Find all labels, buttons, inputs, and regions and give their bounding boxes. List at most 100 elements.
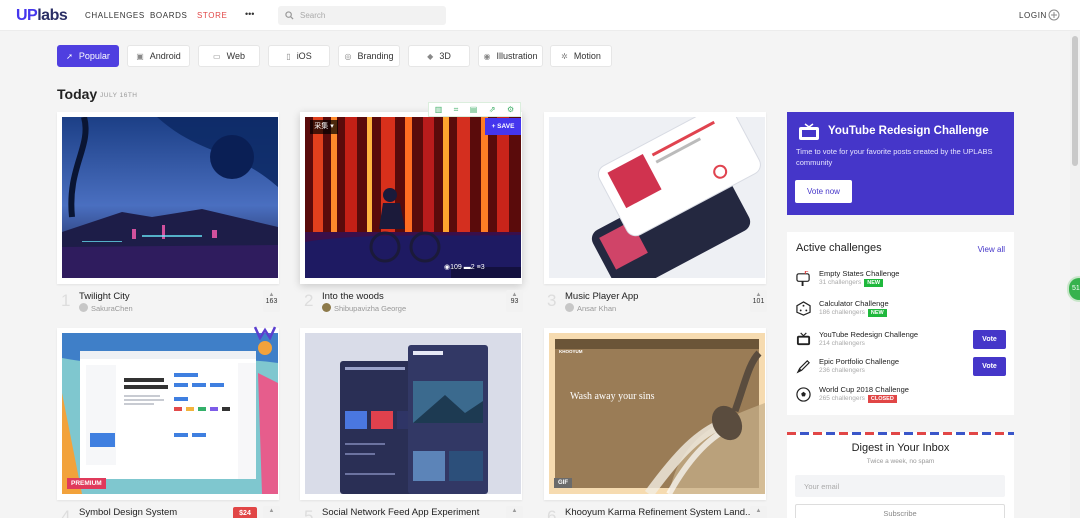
filter-motion[interactable]: ✲ Motion	[550, 45, 612, 67]
upvote-button[interactable]: ▲ 101	[750, 290, 767, 312]
login-link[interactable]: LOGIN	[1019, 11, 1047, 20]
promo-title: YouTube Redesign Challenge	[828, 125, 989, 137]
avatar	[565, 303, 574, 312]
settings-icon[interactable]: ⚙	[507, 105, 514, 114]
digest-title: Digest in Your Inbox	[851, 442, 950, 454]
card-title[interactable]: Social Network Feed App Experiment	[322, 507, 479, 518]
filter-illustration[interactable]: ◉ Illustration	[478, 45, 543, 67]
search-input[interactable]: Search	[278, 6, 446, 25]
post-thumbnail[interactable]	[305, 333, 521, 494]
mockup-headline: Wash away your sins	[570, 391, 655, 402]
challenge-item[interactable]: World Cup 2018 Challenge 265 challengers…	[796, 385, 1006, 411]
challenge-item[interactable]: Calculator Challenge 186 challengers NEW	[796, 299, 1006, 325]
soccer-ball-icon	[796, 387, 811, 402]
post-thumbnail[interactable]	[549, 333, 765, 494]
premium-tag: PREMIUM	[67, 478, 106, 489]
crop-icon[interactable]: ⌗	[454, 105, 459, 115]
vote-button[interactable]: Vote	[973, 330, 1006, 349]
upvote-button[interactable]: ▲ 163	[263, 290, 280, 312]
post-thumbnail[interactable]	[62, 117, 278, 278]
share-icon[interactable]: ⇗	[489, 105, 496, 114]
vote-button[interactable]: Vote	[973, 357, 1006, 376]
pencil-icon	[796, 360, 810, 374]
upvote-arrow-icon: ▲	[268, 508, 275, 514]
challenge-item[interactable]: Epic Portfolio Challenge 236 challengers…	[796, 357, 1006, 383]
post-card[interactable]	[57, 112, 279, 284]
challenge-item[interactable]: Empty States Challenge 31 challengers NEW	[796, 269, 1006, 295]
upvote-button[interactable]: ▲	[750, 506, 767, 518]
section-date: JULY 16TH	[100, 92, 138, 99]
palette-icon: ◉	[483, 51, 491, 61]
upvote-button[interactable]: ▲	[506, 506, 523, 518]
subscribe-button[interactable]: Subscribe	[795, 504, 1005, 518]
post-thumbnail[interactable]	[62, 333, 278, 494]
upvote-button[interactable]: ▲ 93	[506, 290, 523, 312]
top-navbar: UPlabs CHALLENGES BOARDS STORE ••• Searc…	[0, 0, 1080, 31]
filter-branding[interactable]: ◎ Branding	[338, 45, 400, 67]
challenge-promo: YouTube Redesign Challenge Time to vote …	[787, 112, 1014, 215]
scrollbar-thumb[interactable]	[1072, 36, 1078, 166]
clip-icon[interactable]: ▥	[435, 105, 443, 114]
clip-toolbar: ▥ ⌗ ▤ ⇗ ⚙	[428, 102, 521, 117]
nav-challenges[interactable]: CHALLENGES	[85, 11, 145, 20]
branding-icon: ◎	[344, 51, 352, 61]
filter-android[interactable]: ▣ Android	[127, 45, 190, 67]
card-rank: 3	[547, 291, 557, 310]
card-author[interactable]: Ansar Khan	[565, 303, 616, 313]
nav-boards[interactable]: BOARDS	[150, 11, 187, 20]
vote-now-button[interactable]: Vote now	[795, 180, 852, 203]
digest-panel: Digest in Your Inbox Twice a week, no sp…	[787, 432, 1014, 518]
search-placeholder: Search	[300, 11, 326, 20]
email-field[interactable]: Your email	[795, 475, 1005, 497]
card-title[interactable]: Into the woods	[322, 291, 384, 302]
card-title[interactable]: Symbol Design System	[79, 507, 177, 518]
popular-icon: ➚	[66, 51, 73, 61]
challenge-item[interactable]: YouTube Redesign Challenge 214 challenge…	[796, 330, 1006, 356]
android-icon: ▣	[136, 51, 144, 61]
upvote-arrow-icon: ▲	[511, 508, 518, 514]
view-all-link[interactable]: View all	[978, 245, 1005, 254]
mockup-logo: KHOOYUM	[559, 349, 583, 354]
digest-subtitle: Twice a week, no spam	[866, 458, 935, 465]
monitor-icon: ▭	[213, 51, 221, 61]
post-thumbnail[interactable]	[305, 117, 521, 278]
comments-icon: ▬	[463, 264, 471, 271]
post-card-hovered[interactable]: 采集 ▾ + SAVE ◉109 ▬2 ≡3	[300, 112, 522, 284]
promo-description: Time to vote for your favorite posts cre…	[796, 147, 993, 167]
more-menu-icon[interactable]: •••	[245, 9, 254, 19]
post-card[interactable]: KHOOYUM Wash away your sins GIF	[544, 328, 766, 500]
card-title[interactable]: Khooyum Karma Refinement System Land...	[565, 507, 753, 518]
scrollbar[interactable]	[1070, 31, 1080, 518]
uplabs-logo[interactable]: UPlabs	[16, 7, 68, 25]
filter-ios[interactable]: ▯ iOS	[268, 45, 330, 67]
card-author[interactable]: Shibupavizha George	[322, 303, 406, 313]
card-title[interactable]: Music Player App	[565, 291, 638, 302]
panel-title: Active challenges	[796, 242, 882, 254]
filter-3d[interactable]: ◆ 3D	[408, 45, 470, 67]
nav-store[interactable]: STORE	[197, 11, 227, 20]
price-badge[interactable]: $24	[233, 507, 257, 518]
floating-widget-tab[interactable]: 51	[1069, 278, 1080, 300]
upvote-button[interactable]: ▲	[263, 506, 280, 518]
add-circle-icon[interactable]	[1048, 9, 1060, 21]
card-rank: 6	[547, 507, 557, 518]
bookmark-icon[interactable]: ▤	[470, 105, 478, 114]
card-author[interactable]: SakuraChen	[79, 303, 133, 313]
upvote-arrow-icon: ▲	[755, 508, 762, 514]
filter-popular[interactable]: ➚ Popular	[57, 45, 119, 67]
post-thumbnail[interactable]	[549, 117, 765, 278]
filter-web[interactable]: ▭ Web	[198, 45, 260, 67]
status-badge: NEW	[864, 279, 884, 287]
board-dropdown[interactable]: 采集 ▾	[310, 120, 338, 134]
premium-crown-icon	[254, 326, 276, 340]
avatar	[79, 303, 88, 312]
post-card[interactable]	[544, 112, 766, 284]
card-rank: 2	[304, 291, 314, 310]
save-button[interactable]: + SAVE	[485, 118, 521, 135]
search-icon	[285, 11, 294, 20]
card-rank: 5	[304, 507, 314, 518]
post-card[interactable]: PREMIUM	[57, 326, 279, 500]
card-title[interactable]: Twilight City	[79, 291, 130, 302]
avatar	[322, 303, 331, 312]
post-card[interactable]	[300, 328, 522, 500]
